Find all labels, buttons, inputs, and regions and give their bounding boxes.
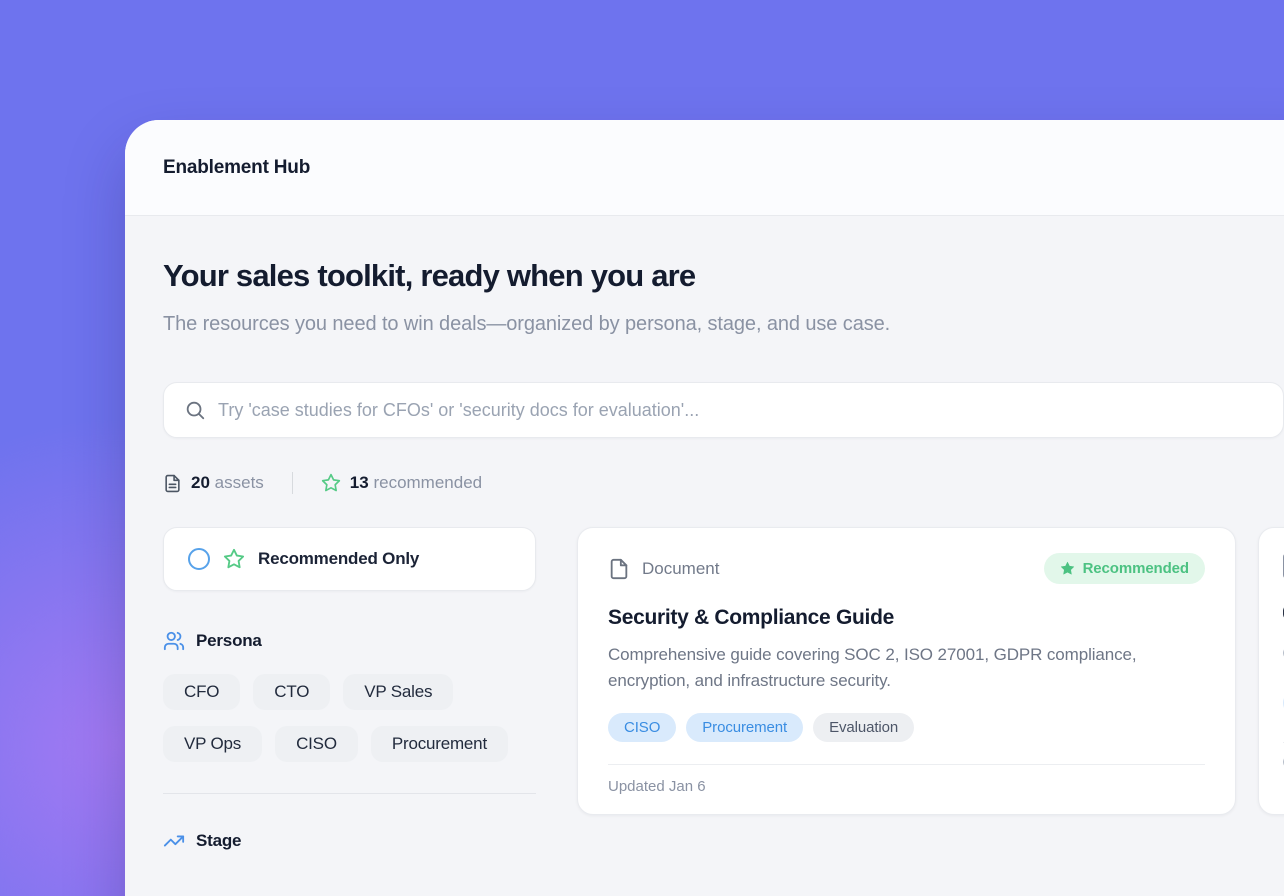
recommended-count: 13 <box>350 473 369 492</box>
stats-row: 20 assets 13 recommended <box>163 472 1284 494</box>
persona-chip-procurement[interactable]: Procurement <box>371 726 508 762</box>
recommended-label: recommended <box>373 473 482 492</box>
star-filled-icon <box>1060 561 1075 576</box>
asset-description: Comprehensive guide covering SOC 2, ISO … <box>608 642 1200 695</box>
asset-cards: Document Recommended Security & Complian… <box>577 527 1284 815</box>
tag-ciso: CISO <box>608 713 676 742</box>
asset-title: Security & Compliance Guide <box>608 606 1205 630</box>
recommended-badge: Recommended <box>1044 553 1205 584</box>
file-text-icon <box>163 474 182 493</box>
persona-chip-vp-ops[interactable]: VP Ops <box>163 726 262 762</box>
app-header: Enablement Hub <box>125 120 1284 216</box>
persona-section-label: Persona <box>196 631 262 651</box>
persona-chip-cto[interactable]: CTO <box>253 674 330 710</box>
recommended-badge-label: Recommended <box>1083 560 1189 577</box>
app-window: Enablement Hub Your sales toolkit, ready… <box>125 120 1284 896</box>
main-content: Your sales toolkit, ready when you are T… <box>125 216 1284 852</box>
persona-chips: CFO CTO VP Sales VP Ops CISO Procurement <box>163 674 536 762</box>
recommended-stat: 13 recommended <box>321 473 482 493</box>
users-icon <box>163 630 185 652</box>
stage-section-header: Stage <box>163 830 536 852</box>
star-icon <box>223 548 245 570</box>
persona-chip-cfo[interactable]: CFO <box>163 674 240 710</box>
tag-procurement: Procurement <box>686 713 803 742</box>
persona-section-header: Persona <box>163 630 536 652</box>
assets-stat: 20 assets <box>163 473 264 493</box>
recommended-only-toggle[interactable]: Recommended Only <box>163 527 536 591</box>
app-title: Enablement Hub <box>163 157 310 179</box>
filters-sidebar: Recommended Only Persona CFO <box>163 527 536 852</box>
persona-chip-vp-sales[interactable]: VP Sales <box>343 674 453 710</box>
trending-up-icon <box>163 830 185 852</box>
assets-label: assets <box>215 473 264 492</box>
stage-section-label: Stage <box>196 831 241 851</box>
sidebar-divider <box>163 793 536 794</box>
page-title: Your sales toolkit, ready when you are <box>163 258 1284 294</box>
radio-circle-icon[interactable] <box>188 548 210 570</box>
persona-chip-ciso[interactable]: CISO <box>275 726 358 762</box>
asset-card-partial[interactable] <box>1258 527 1284 815</box>
search-bar[interactable] <box>163 382 1284 438</box>
recommended-only-label: Recommended Only <box>258 549 419 569</box>
asset-updated: Updated Jan 6 <box>608 764 1205 814</box>
file-icon <box>608 557 630 581</box>
page-subtitle: The resources you need to win deals—orga… <box>163 309 993 340</box>
star-icon <box>321 473 341 493</box>
search-input[interactable] <box>218 400 1263 421</box>
asset-tags: CISO Procurement Evaluation <box>608 713 1205 742</box>
assets-count: 20 <box>191 473 210 492</box>
asset-type-label: Document <box>642 559 719 579</box>
search-icon <box>184 399 206 421</box>
asset-card-security-compliance-guide[interactable]: Document Recommended Security & Complian… <box>577 527 1236 815</box>
tag-evaluation: Evaluation <box>813 713 914 742</box>
stats-divider <box>292 472 293 494</box>
